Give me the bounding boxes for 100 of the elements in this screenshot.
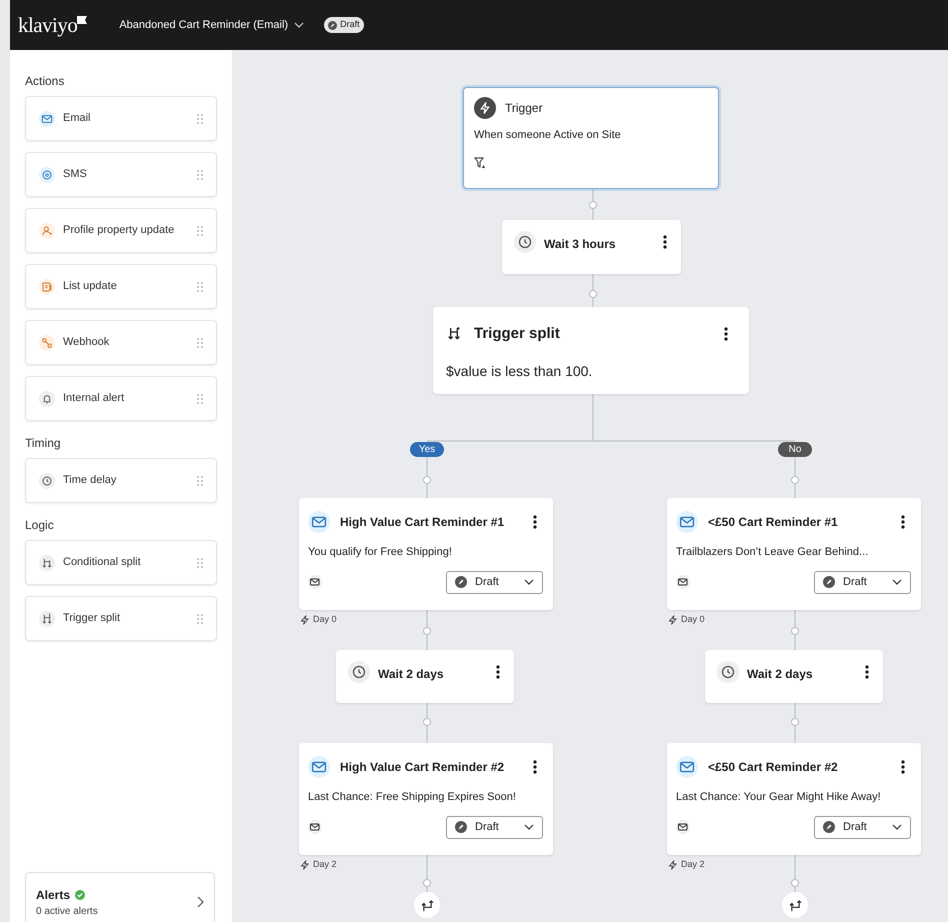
flow-title-dropdown[interactable]: Abandoned Cart Reminder (Email) [119,16,304,34]
drag-handle-icon [197,614,203,624]
wait-card[interactable]: Wait 2 days [705,650,883,703]
section-heading: Timing [25,435,62,452]
action-block[interactable]: Internal alert [25,376,217,421]
clock-icon [514,231,536,253]
drag-handle-icon [197,170,203,180]
branch-label: No [778,442,812,457]
split-title: Trigger split [474,324,561,344]
email-title: High Value Cart Reminder #1 [340,514,506,531]
action-block[interactable]: Profile property update [25,208,217,253]
envelope-icon [676,820,690,834]
branch-arrows-icon [420,898,434,912]
chevron-down-icon [524,822,534,832]
chevron-right-icon [196,896,204,908]
alerts-panel[interactable]: Alerts 0 active alerts [25,872,215,922]
split-arrows-icon [446,326,462,342]
pencil-circle-icon [823,821,835,833]
email-title: <£50 Cart Reminder #2 [708,759,839,776]
exit-node[interactable] [782,892,808,918]
clock-icon [348,661,370,683]
connector-line [791,854,799,892]
chevron-down-icon [892,577,902,587]
email-card[interactable]: High Value Cart Reminder #2 Last Chance: Free Shipping Expires Soon! Draft [299,743,553,855]
email-card[interactable]: <£50 Cart Reminder #1 Trailblazers Don’t Leave Gear Behind... Draft [667,498,921,610]
lightning-icon [668,860,678,870]
flag-icon [77,16,88,24]
status-badge: Draft [324,17,364,33]
envelope-icon [676,756,698,778]
brand-logo: klaviyo [18,14,78,36]
more-options-icon[interactable] [724,327,728,342]
drag-handle-icon [197,394,203,404]
envelope-icon [308,756,330,778]
connector-line [791,610,799,650]
status-dropdown[interactable]: Draft [446,816,543,838]
pencil-circle-icon [455,821,467,833]
email-subject: Trailblazers Don’t Leave Gear Behind... [676,545,870,560]
split-arrows-icon [39,554,55,570]
drag-handle-icon [197,114,203,124]
action-block[interactable]: SMS [25,152,217,197]
more-options-icon[interactable] [865,665,869,679]
status-dropdown[interactable]: Draft [814,816,911,838]
connector-line [791,702,799,744]
trigger-split-card[interactable]: Trigger split $value is less than 100. [433,307,749,394]
action-block[interactable]: Email [25,96,217,141]
more-options-icon[interactable] [496,665,500,679]
envelope-icon [308,820,322,834]
section-heading: Logic [25,517,55,534]
drag-handle-icon [197,282,203,292]
connector-line [589,274,597,308]
envelope-icon [39,110,55,126]
trigger-card[interactable]: Trigger When someone Active on Site [463,87,719,189]
wait-card[interactable]: Wait 2 days [336,650,514,703]
chat-bubble-icon [39,166,55,182]
email-subject: You qualify for Free Shipping! [308,545,453,560]
action-block[interactable]: Conditional split [25,540,217,585]
branch-arrows-icon [788,898,802,912]
drag-handle-icon [197,476,203,486]
filter-icon [474,156,486,168]
connector-line [589,188,597,220]
more-options-icon[interactable] [901,515,905,529]
pencil-circle-icon [328,20,338,30]
list-icon [39,278,55,294]
connector-line [423,456,431,498]
more-options-icon[interactable] [901,760,905,774]
action-block[interactable]: List update [25,264,217,309]
email-subject: Last Chance: Your Gear Might Hike Away! [676,790,882,805]
envelope-icon [308,511,330,533]
link-nodes-icon [39,334,55,350]
more-options-icon[interactable] [533,515,537,529]
drag-handle-icon [197,226,203,236]
email-card[interactable]: High Value Cart Reminder #1 You qualify for Free Shipping! Draft [299,498,553,610]
connector-line [423,702,431,744]
email-card[interactable]: <£50 Cart Reminder #2 Last Chance: Your Gear Might Hike Away! Draft [667,743,921,855]
lightning-icon [668,614,678,625]
wait-title: Wait 2 days [378,666,445,683]
action-block[interactable]: Webhook [25,320,217,365]
wait-card[interactable]: Wait 3 hours [502,220,681,274]
email-title: High Value Cart Reminder #2 [340,759,506,776]
action-block[interactable]: Trigger split [25,596,217,641]
action-block[interactable]: Time delay [25,458,217,503]
chevron-down-icon [524,577,534,587]
trigger-title: Trigger [505,100,543,117]
day-label: Day 0 [313,613,337,626]
person-icon [39,222,55,238]
connector-line [423,610,431,650]
more-options-icon[interactable] [533,760,537,774]
alerts-title: Alerts [36,886,70,904]
status-dropdown[interactable]: Draft [446,570,543,594]
lightning-icon [300,860,310,870]
status-dropdown[interactable]: Draft [814,570,911,594]
bell-icon [39,390,55,406]
connector-line [791,456,799,498]
clock-icon [39,472,55,488]
check-circle-icon [75,890,86,900]
branch-label: Yes [410,442,444,457]
more-options-icon[interactable] [663,235,667,249]
trigger-description: When someone Active on Site [474,128,622,143]
lightning-icon [474,97,496,119]
exit-node[interactable] [414,892,440,918]
